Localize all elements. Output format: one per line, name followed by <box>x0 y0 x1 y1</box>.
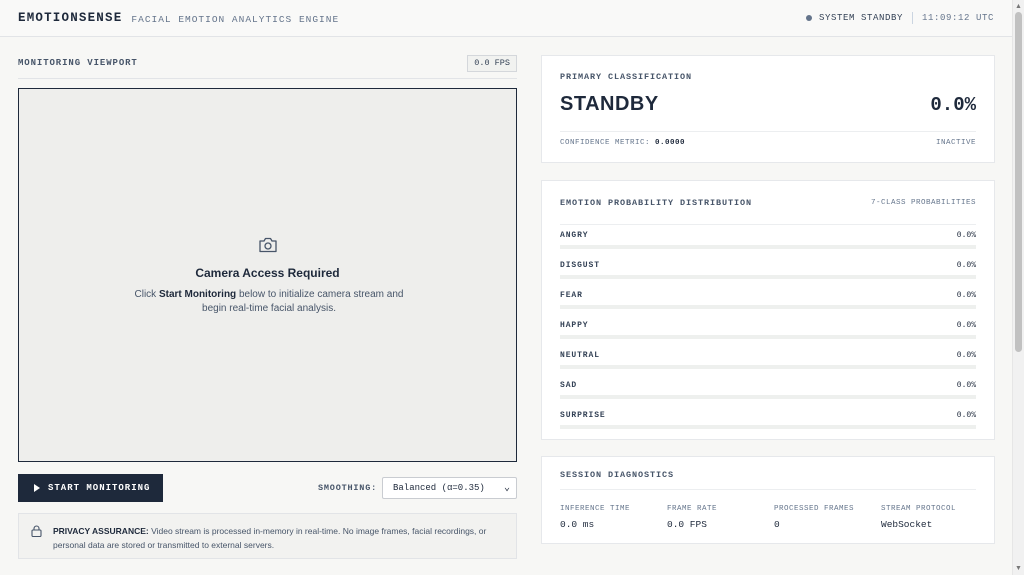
camera-desc-action: Start Monitoring <box>158 289 237 300</box>
camera-desc-prefix: Click <box>134 289 159 300</box>
emotion-value: 0.0% <box>956 231 976 240</box>
chevron-down-icon: ⌄ <box>503 483 510 494</box>
emotion-bar-track <box>560 275 976 279</box>
emotion-name: FEAR <box>560 291 583 300</box>
emotion-distribution-card: EMOTION PROBABILITY DISTRIBUTION 7-CLASS… <box>541 180 995 440</box>
system-status: SYSTEM STANDBY 11:09:12 UTC <box>805 12 994 24</box>
emotion-name: HAPPY <box>560 321 589 330</box>
scrollbar-thumb[interactable] <box>1015 12 1022 352</box>
start-monitoring-label: START MONITORING <box>48 483 151 493</box>
camera-access-title: Camera Access Required <box>195 266 340 280</box>
emotion-value: 0.0% <box>956 381 976 390</box>
emotion-name: SURPRISE <box>560 411 606 420</box>
primary-state: STANDBY <box>560 93 659 115</box>
status-label: SYSTEM STANDBY <box>818 13 903 23</box>
status-dot-icon <box>805 15 812 21</box>
diagnostics-label: SESSION DIAGNOSTICS <box>560 470 675 480</box>
emotion-name: SAD <box>560 381 578 390</box>
viewport-title: MONITORING VIEWPORT <box>18 58 138 68</box>
status-time: 11:09:12 UTC <box>921 13 994 23</box>
play-icon <box>34 484 40 492</box>
emotion-name: ANGRY <box>560 231 589 240</box>
status-divider <box>911 12 913 24</box>
metric-label: INFERENCE TIME <box>560 505 631 513</box>
emotion-value: 0.0% <box>956 351 976 360</box>
emotion-value: 0.0% <box>956 261 976 270</box>
privacy-lead: PRIVACY ASSURANCE: <box>53 526 149 536</box>
emotion-row-happy: HAPPY 0.0% <box>560 315 976 345</box>
confidence-value: 0.0000 <box>655 139 686 147</box>
distribution-label: EMOTION PROBABILITY DISTRIBUTION <box>560 198 753 208</box>
metric-value: 0.0 FPS <box>667 519 707 530</box>
metric-stream-protocol: STREAM PROTOCOL WebSocket <box>881 505 981 530</box>
metric-label: PROCESSED FRAMES <box>774 505 855 513</box>
metric-frame-rate: FRAME RATE 0.0 FPS <box>667 505 767 530</box>
metric-label: FRAME RATE <box>667 505 718 513</box>
metric-value: 0.0 ms <box>560 519 595 530</box>
smoothing-selected-value: Balanced (α=0.35) <box>393 483 485 493</box>
emotion-bar-track <box>560 365 976 369</box>
emotion-value: 0.0% <box>956 321 976 330</box>
emotion-value: 0.0% <box>956 411 976 420</box>
emotion-value: 0.0% <box>956 291 976 300</box>
start-monitoring-button[interactable]: START MONITORING <box>18 474 163 502</box>
emotion-row-surprise: SURPRISE 0.0% <box>560 405 976 435</box>
primary-percent: 0.0% <box>930 94 976 116</box>
page-scrollbar[interactable]: ▲ ▼ <box>1012 0 1024 575</box>
emotion-bar-track <box>560 245 976 249</box>
metric-processed-frames: PROCESSED FRAMES 0 <box>774 505 874 530</box>
emotion-row-disgust: DISGUST 0.0% <box>560 255 976 285</box>
metric-value: 0 <box>774 519 780 530</box>
emotion-bar-track <box>560 425 976 429</box>
smoothing-label: SMOOTHING: <box>318 483 378 493</box>
primary-classification-card: PRIMARY CLASSIFICATION STANDBY 0.0% CONF… <box>541 55 995 163</box>
smoothing-select[interactable]: Balanced (α=0.35) ⌄ <box>382 477 517 499</box>
emotion-name: NEUTRAL <box>560 351 600 360</box>
emotion-bar-track <box>560 395 976 399</box>
classification-status: INACTIVE <box>935 139 976 147</box>
session-diagnostics-card: SESSION DIAGNOSTICS INFERENCE TIME 0.0 m… <box>541 456 995 544</box>
emotion-row-neutral: NEUTRAL 0.0% <box>560 345 976 375</box>
metric-label: STREAM PROTOCOL <box>881 505 957 513</box>
distribution-header: EMOTION PROBABILITY DISTRIBUTION 7-CLASS… <box>560 181 976 225</box>
emotion-row-angry: ANGRY 0.0% <box>560 225 976 255</box>
emotion-name: DISGUST <box>560 261 600 270</box>
emotion-row-sad: SAD 0.0% <box>560 375 976 405</box>
emotion-bar-track <box>560 305 976 309</box>
emotion-row-fear: FEAR 0.0% <box>560 285 976 315</box>
app-header: EMOTIONSENSE FACIAL EMOTION ANALYTICS EN… <box>0 0 1012 37</box>
distribution-sublabel: 7-CLASS PROBABILITIES <box>870 199 976 207</box>
camera-access-description: Click Start Monitoring below to initiali… <box>129 288 409 316</box>
confidence-metric: CONFIDENCE METRIC: 0.0000 <box>560 139 685 147</box>
primary-classification-label: PRIMARY CLASSIFICATION <box>560 72 693 82</box>
diagnostics-header: SESSION DIAGNOSTICS <box>560 457 976 490</box>
viewport-header: MONITORING VIEWPORT 0.0 FPS <box>18 55 517 79</box>
camera-icon <box>259 237 277 253</box>
metric-value: WebSocket <box>881 519 933 530</box>
brand-logo: EMOTIONSENSE <box>18 11 123 25</box>
scroll-up-arrow-icon[interactable]: ▲ <box>1015 3 1022 10</box>
primary-divider <box>560 131 976 132</box>
monitoring-controls: START MONITORING SMOOTHING: Balanced (α=… <box>18 474 517 502</box>
fps-badge: 0.0 FPS <box>467 55 517 72</box>
camera-viewport: Camera Access Required Click Start Monit… <box>18 88 517 462</box>
privacy-notice: PRIVACY ASSURANCE: Video stream is proce… <box>18 513 517 559</box>
brand-subtitle: FACIAL EMOTION ANALYTICS ENGINE <box>131 13 340 25</box>
metric-inference-time: INFERENCE TIME 0.0 ms <box>560 505 660 530</box>
scroll-down-arrow-icon[interactable]: ▼ <box>1015 565 1022 572</box>
confidence-label: CONFIDENCE METRIC: <box>560 139 651 147</box>
emotion-bar-track <box>560 335 976 339</box>
lock-icon <box>31 525 42 537</box>
